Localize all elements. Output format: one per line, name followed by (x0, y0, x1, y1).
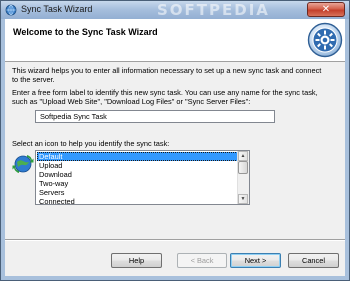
footer-divider (5, 239, 345, 241)
next-button[interactable]: Next > (230, 253, 281, 268)
sync-globe-icon (5, 4, 17, 16)
scroll-thumb[interactable] (238, 161, 248, 174)
list-scrollbar[interactable]: ▲ ▼ (237, 151, 249, 204)
default-sync-icon (12, 155, 34, 173)
wizard-logo-icon (307, 22, 343, 58)
label-prompt-line-2: such as "Upload Web Site", "Download Log… (12, 97, 251, 106)
close-button[interactable]: ✕ (307, 2, 345, 17)
label-prompt-line-1: Enter a free form label to identify this… (12, 88, 318, 97)
icon-prompt: Select an icon to help you identify the … (12, 139, 170, 148)
list-item-two-way[interactable]: Two-way (37, 179, 238, 188)
title-bar[interactable]: Sync Task Wizard SOFTPEDIA ✕ (1, 1, 349, 19)
wizard-header: Welcome to the Sync Task Wizard (5, 19, 345, 62)
scroll-down-arrow-icon[interactable]: ▼ (238, 194, 248, 204)
wizard-client-area: Welcome to the Sync Task Wizard This wiz… (5, 19, 345, 276)
list-item-upload[interactable]: Upload (37, 161, 238, 170)
cancel-button[interactable]: Cancel (288, 253, 339, 268)
list-item-servers[interactable]: Servers (37, 188, 238, 197)
list-item-download[interactable]: Download (37, 170, 238, 179)
task-name-input[interactable] (35, 110, 275, 123)
softpedia-watermark: SOFTPEDIA (157, 1, 270, 19)
window-title: Sync Task Wizard (21, 4, 93, 14)
list-item-default[interactable]: Default (37, 152, 238, 161)
list-item-connected[interactable]: Connected (37, 197, 238, 204)
page-title: Welcome to the Sync Task Wizard (13, 27, 158, 37)
intro-line-1: This wizard helps you to enter all infor… (12, 66, 322, 75)
icon-list: Default Upload Download Two-way Servers … (37, 152, 238, 204)
scroll-up-arrow-icon[interactable]: ▲ (238, 151, 248, 161)
intro-line-2: to the server. (12, 75, 55, 84)
icon-listbox[interactable]: Default Upload Download Two-way Servers … (35, 150, 250, 205)
wizard-window: Sync Task Wizard SOFTPEDIA ✕ Welcome to … (0, 0, 350, 281)
back-button[interactable]: < Back (177, 253, 227, 268)
help-button[interactable]: Help (111, 253, 162, 268)
